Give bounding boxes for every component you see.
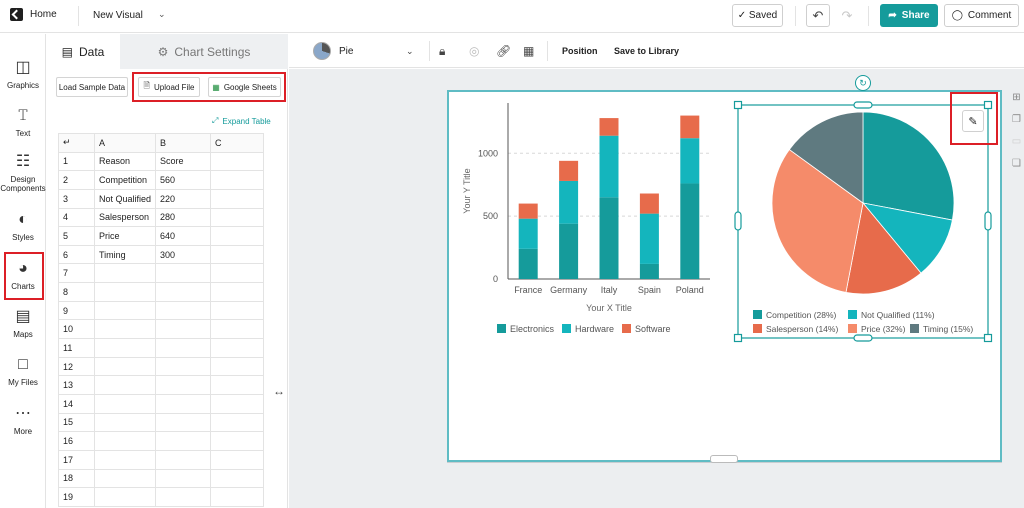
legend-swatch	[910, 324, 919, 333]
edit-icon: ✎	[968, 115, 978, 128]
bar-software-spain	[639, 193, 659, 214]
selection-edge-handle	[734, 211, 742, 231]
bar-electronics-germany	[559, 223, 579, 279]
bar-hardware-france	[518, 218, 538, 249]
y-tick-label: 500	[483, 211, 498, 221]
selection-corner-handle	[983, 333, 993, 343]
legend-label: Price (32%)	[861, 324, 906, 334]
legend-label: Electronics	[510, 324, 555, 334]
bar-electronics-italy	[599, 197, 619, 279]
y-axis-title: Your Y Title	[462, 168, 472, 213]
selection-edge-handle	[853, 101, 873, 109]
bar-software-france	[518, 203, 538, 219]
legend-label: Salesperson (14%)	[766, 324, 838, 334]
bar-hardware-italy	[599, 135, 619, 198]
legend-label: Not Qualified (11%)	[861, 310, 935, 320]
selection-corner-handle	[733, 100, 743, 110]
legend-label: Timing (15%)	[923, 324, 973, 334]
bar-hardware-germany	[559, 180, 579, 224]
selection-corner-handle	[733, 333, 743, 343]
x-tick-label: Italy	[601, 285, 618, 295]
y-tick-label: 1000	[478, 148, 498, 158]
x-tick-label: France	[514, 285, 542, 295]
chart-svg: 0 500 1000 France Germany Italy Spain Poland You…	[462, 100, 993, 343]
bar-software-italy	[599, 118, 619, 136]
bar-electronics-poland	[680, 183, 700, 279]
selection-edge-handle	[984, 211, 992, 231]
bar-hardware-spain	[639, 213, 659, 264]
y-tick-label: 0	[493, 274, 498, 284]
legend-label: Software	[635, 324, 671, 334]
legend-swatch	[753, 324, 762, 333]
x-tick-label: Spain	[638, 285, 661, 295]
x-axis-title: Your X Title	[586, 303, 632, 313]
bar-hardware-poland	[680, 138, 700, 184]
legend-swatch	[562, 324, 571, 333]
pie-slice-competition	[862, 111, 955, 221]
bar-electronics-france	[518, 248, 538, 279]
legend-swatch	[622, 324, 631, 333]
edit-chart-button[interactable]: ✎	[962, 110, 984, 132]
legend-label: Hardware	[575, 324, 614, 334]
legend-swatch	[848, 324, 857, 333]
x-tick-label: Germany	[550, 285, 588, 295]
bar-software-germany	[559, 160, 579, 181]
bar-electronics-spain	[639, 263, 659, 279]
legend-swatch	[497, 324, 506, 333]
legend-swatch	[848, 310, 857, 319]
legend-swatch	[753, 310, 762, 319]
x-tick-label: Poland	[676, 285, 704, 295]
bar-software-poland	[680, 115, 700, 139]
selection-edge-handle	[853, 334, 873, 342]
legend-label: Competition (28%)	[766, 310, 837, 320]
